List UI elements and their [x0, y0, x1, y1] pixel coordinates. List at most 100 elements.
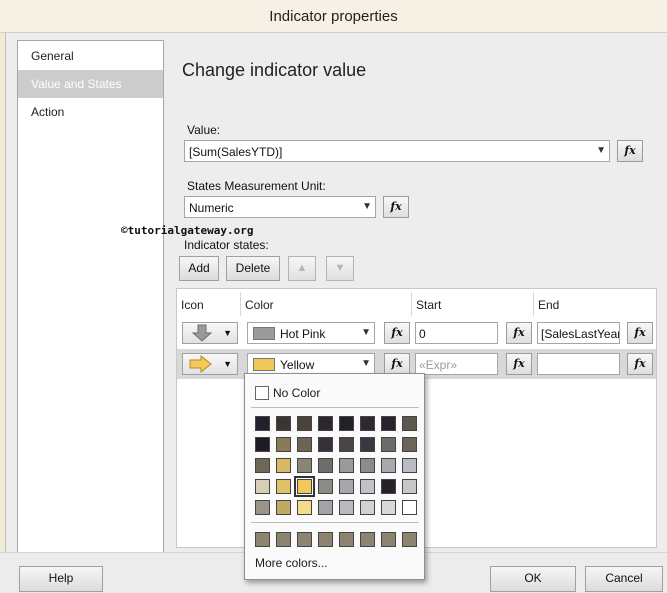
divider	[251, 522, 419, 523]
ok-button[interactable]: OK	[490, 566, 576, 592]
palette-color-cell[interactable]	[402, 437, 417, 452]
sidebar-item-general[interactable]: General	[18, 42, 163, 70]
move-up-button[interactable]: ▲	[288, 256, 316, 281]
row2-icon-picker[interactable]: ▼	[182, 353, 238, 375]
down-arrow-gray-icon	[191, 324, 213, 342]
chevron-down-icon: ▼	[223, 328, 232, 338]
chevron-down-icon: ▼	[223, 359, 232, 369]
recent-color-cell[interactable]	[297, 532, 312, 547]
row1-start-expression-button[interactable]: fx	[506, 322, 532, 344]
row1-color-select[interactable]: Hot Pink ▼	[247, 322, 375, 344]
add-state-button[interactable]: Add	[179, 256, 219, 281]
cancel-button[interactable]: Cancel	[585, 566, 663, 592]
palette-color-cell[interactable]	[276, 479, 291, 494]
recent-color-cell[interactable]	[255, 532, 270, 547]
row2-start-expression-button[interactable]: fx	[506, 353, 532, 375]
sidebar-item-action[interactable]: Action	[18, 98, 163, 126]
palette-color-cell[interactable]	[360, 458, 375, 473]
recent-color-cell[interactable]	[360, 532, 375, 547]
palette-color-cell[interactable]	[339, 458, 354, 473]
right-arrow-yellow-icon	[189, 355, 212, 373]
indicator-states-label: Indicator states:	[184, 238, 269, 252]
palette-color-cell[interactable]	[297, 416, 312, 431]
measurement-unit-select[interactable]: Numeric ▼	[184, 196, 376, 218]
divider	[251, 407, 419, 408]
palette-color-cell[interactable]	[318, 458, 333, 473]
row2-color-select[interactable]: Yellow ▼	[247, 353, 375, 375]
row1-color-expression-button[interactable]: fx	[384, 322, 410, 344]
palette-color-cell[interactable]	[294, 476, 315, 497]
sidebar-item-value-and-states[interactable]: Value and States	[18, 70, 163, 98]
row1-color-value: Hot Pink	[280, 327, 326, 341]
no-color-label: No Color	[273, 385, 321, 400]
palette-color-cell[interactable]	[402, 500, 417, 515]
palette-color-cell[interactable]	[255, 416, 270, 431]
palette-color-cell[interactable]	[318, 479, 333, 494]
palette-color-cell[interactable]	[339, 416, 354, 431]
palette-color-cell[interactable]	[360, 479, 375, 494]
palette-color-cell[interactable]	[402, 458, 417, 473]
row2-start-input[interactable]: «Expr»	[415, 353, 498, 375]
row1-end-input[interactable]: [SalesLastYear]	[537, 322, 620, 344]
palette-color-cell[interactable]	[339, 500, 354, 515]
palette-color-cell[interactable]	[360, 416, 375, 431]
recent-color-cell[interactable]	[318, 532, 333, 547]
window-title: Indicator properties	[269, 8, 398, 25]
palette-color-cell[interactable]	[276, 416, 291, 431]
move-down-button[interactable]: ▼	[326, 256, 354, 281]
palette-color-cell[interactable]	[318, 437, 333, 452]
palette-color-cell[interactable]	[402, 479, 417, 494]
palette-color-cell[interactable]	[381, 437, 396, 452]
page-title: Change indicator value	[182, 60, 367, 80]
palette-color-cell[interactable]	[297, 437, 312, 452]
row2-color-expression-button[interactable]: fx	[384, 353, 410, 375]
column-divider	[411, 292, 412, 316]
palette-color-cell[interactable]	[297, 458, 312, 473]
palette-color-cell[interactable]	[381, 479, 396, 494]
value-expression-button[interactable]: fx	[617, 140, 643, 162]
column-header-color: Color	[245, 298, 274, 312]
unit-value: Numeric	[189, 201, 234, 215]
palette-color-cell[interactable]	[276, 500, 291, 515]
row1-start-input[interactable]: 0	[415, 322, 498, 344]
recent-color-cell[interactable]	[339, 532, 354, 547]
no-color-swatch	[255, 385, 269, 400]
row1-end-expression-button[interactable]: fx	[627, 322, 653, 344]
chevron-down-icon: ▼	[361, 327, 371, 338]
color-swatch	[253, 358, 275, 371]
row2-end-input[interactable]	[537, 353, 620, 375]
recent-color-cell[interactable]	[402, 532, 417, 547]
palette-color-cell[interactable]	[255, 458, 270, 473]
row2-end-expression-button[interactable]: fx	[627, 353, 653, 375]
palette-color-cell[interactable]	[255, 437, 270, 452]
unit-expression-button[interactable]: fx	[383, 196, 409, 218]
row1-icon-picker[interactable]: ▼	[182, 322, 238, 344]
value-combo[interactable]: [Sum(SalesYTD)] ▼	[184, 140, 610, 162]
palette-color-cell[interactable]	[255, 479, 270, 494]
palette-color-cell[interactable]	[339, 479, 354, 494]
palette-color-cell[interactable]	[381, 500, 396, 515]
move-down-icon: ▼	[334, 262, 346, 274]
recent-color-cell[interactable]	[276, 532, 291, 547]
no-color-option[interactable]: No Color	[255, 385, 320, 400]
help-button[interactable]: Help	[19, 566, 103, 592]
palette-color-cell[interactable]	[276, 458, 291, 473]
move-up-icon: ▲	[296, 262, 308, 274]
palette-color-cell[interactable]	[360, 437, 375, 452]
palette-color-cell[interactable]	[360, 500, 375, 515]
recent-colors-row	[255, 532, 417, 547]
palette-color-cell[interactable]	[339, 437, 354, 452]
palette-color-cell[interactable]	[402, 416, 417, 431]
palette-color-cell[interactable]	[381, 458, 396, 473]
row2-color-value: Yellow	[280, 358, 315, 372]
palette-color-cell[interactable]	[381, 416, 396, 431]
palette-color-cell[interactable]	[255, 500, 270, 515]
recent-color-cell[interactable]	[381, 532, 396, 547]
delete-state-button[interactable]: Delete	[226, 256, 280, 281]
palette-color-cell[interactable]	[318, 500, 333, 515]
value-label: Value:	[187, 123, 221, 137]
palette-color-cell[interactable]	[297, 500, 312, 515]
more-colors-link[interactable]: More colors...	[255, 556, 328, 570]
palette-color-cell[interactable]	[276, 437, 291, 452]
palette-color-cell[interactable]	[318, 416, 333, 431]
